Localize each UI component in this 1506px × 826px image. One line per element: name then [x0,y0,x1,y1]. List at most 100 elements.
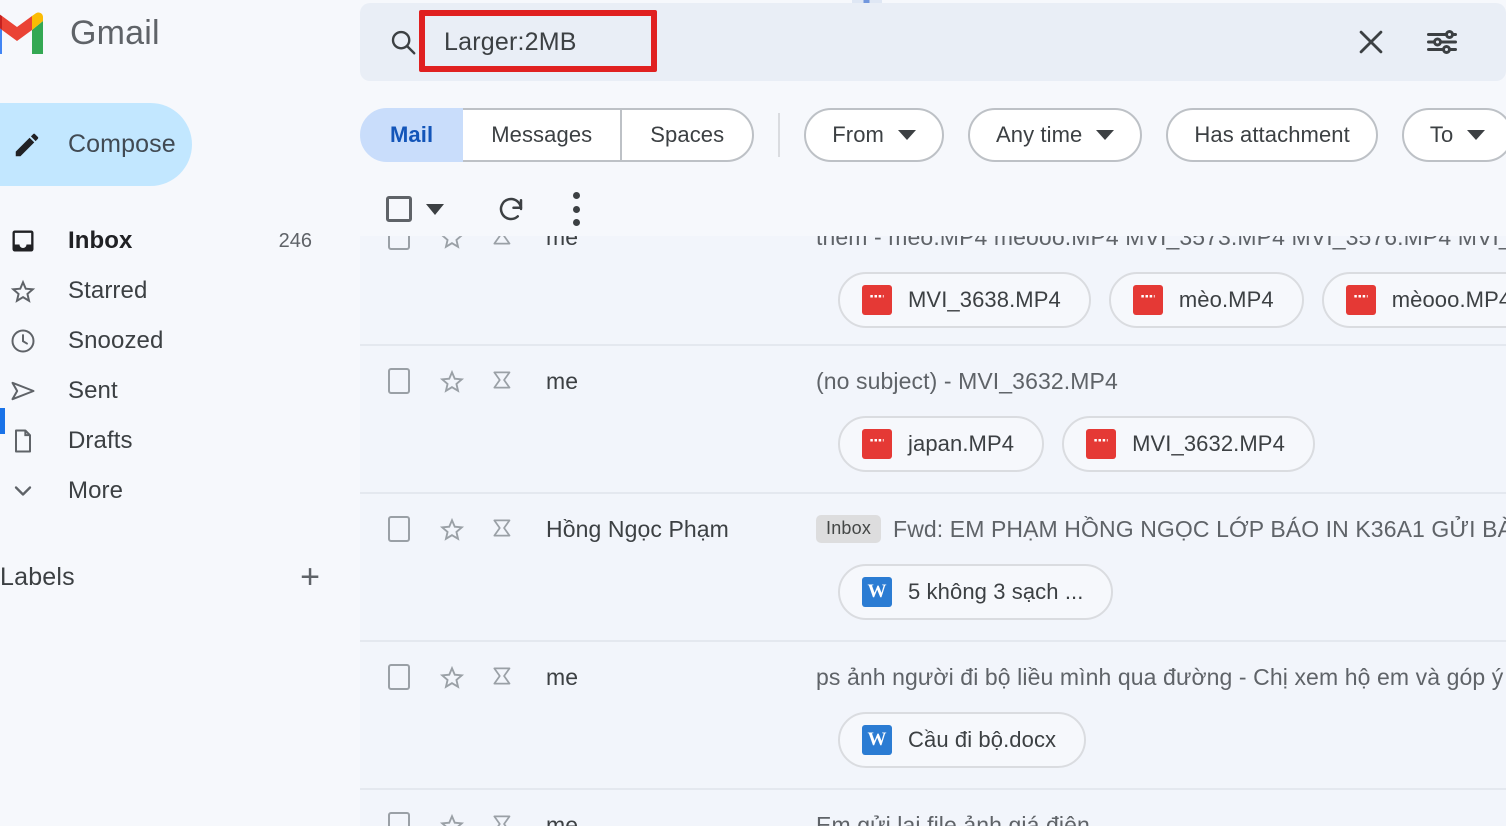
row-checkbox[interactable] [388,368,410,394]
attachment-chips: W 5 không 3 sạch ... [360,564,1506,620]
refresh-icon[interactable] [496,194,526,224]
clock-icon [8,326,38,356]
sidebar-item-snoozed[interactable]: Snoozed [0,316,360,366]
row-subject: Fwd: EM PHẠM HỒNG NGỌC LỚP BÁO IN K36A1 … [893,515,1506,542]
close-icon[interactable] [1354,25,1388,59]
mail-list: me thêm - mèo.MP4 mèooo.MP4 MVI_3573.MP4… [360,236,1506,826]
row-sender: me [546,811,579,826]
sidebar-nav: Inbox 246 Starred Snoozed Sent Drafts Mo… [0,216,360,516]
attachment-name: MVI_3638.MP4 [908,287,1061,312]
sidebar-item-label: More [68,477,124,504]
filter-chip-any-time[interactable]: Any time [967,108,1143,162]
status-badge: Inbox [816,515,882,543]
star-icon[interactable] [438,367,466,395]
important-marker-icon[interactable] [490,663,516,691]
chevron-down-icon [1467,130,1486,140]
sidebar-item-sent[interactable]: Sent [0,366,360,416]
row-sender: me [546,236,579,250]
attachment-chip[interactable]: W Cầu đi bộ.docx [838,712,1087,768]
filter-chip-to[interactable]: To [1401,108,1506,162]
row-checkbox[interactable] [388,516,410,542]
sidebar-item-label: Drafts [68,427,133,454]
labels-section-header: Labels + [0,552,360,602]
table-row[interactable]: me Em gửi lại file ảnh giá điện IMG_2998… [360,790,1506,826]
sidebar-item-label: Snoozed [68,327,164,354]
sidebar-item-drafts[interactable]: Drafts [0,416,360,466]
plus-icon[interactable]: + [300,560,320,594]
chevron-down-icon [8,476,38,506]
inbox-count: 246 [278,229,312,252]
table-row[interactable]: me (no subject) - MVI_3632.MP4 japan.MP4… [360,346,1506,494]
segment-mail[interactable]: Mail [360,108,464,162]
divider [778,113,781,157]
attachment-chip[interactable]: MVI_3632.MP4 [1062,416,1315,472]
table-row[interactable]: me ps ảnh người đi bộ liều mình qua đườn… [360,642,1506,790]
sidebar-item-label: Inbox [68,227,133,254]
search-icon[interactable] [388,27,418,57]
filter-chip-from[interactable]: From [804,108,944,162]
send-icon [8,376,38,406]
pencil-icon [15,133,39,156]
sidebar-item-more[interactable]: More [0,466,360,516]
attachment-chips: japan.MP4 MVI_3632.MP4 [360,416,1506,472]
video-file-icon [1345,285,1376,315]
word-file-icon: W [862,725,892,755]
row-checkbox[interactable] [388,812,410,826]
row-subject: (no subject) - MVI_3632.MP4 [816,367,1118,394]
row-sender: Hồng Ngọc Phạm [546,515,729,542]
table-row[interactable]: Hồng Ngọc Phạm Inbox Fwd: EM PHẠM HỒNG N… [360,494,1506,642]
segment-messages[interactable]: Messages [461,108,623,162]
word-file-icon: W [862,577,892,607]
attachment-chips: W Cầu đi bộ.docx [360,712,1506,768]
row-checkbox[interactable] [388,664,410,690]
attachment-name: 5 không 3 sạch ... [908,579,1084,604]
attachment-name: mèooo.MP4 [1391,287,1506,312]
video-file-icon [1086,429,1117,459]
tune-icon[interactable] [1424,24,1460,60]
star-icon [8,276,38,306]
star-icon[interactable] [438,663,466,691]
search-input[interactable] [444,27,1354,57]
attachment-chip[interactable]: mèo.MP4 [1108,272,1304,328]
chevron-down-icon[interactable] [426,203,444,215]
attachment-chip[interactable]: W 5 không 3 sạch ... [838,564,1114,620]
search-bar [360,3,1506,81]
star-icon[interactable] [438,236,466,251]
attachment-name: mèo.MP4 [1178,287,1274,312]
attachment-chip[interactable]: japan.MP4 [838,416,1045,472]
segment-spaces[interactable]: Spaces [620,108,755,162]
row-subject: ps ảnh người đi bộ liều mình qua đường -… [816,663,1506,690]
attachment-chip[interactable]: MVI_3638.MP4 [838,272,1091,328]
compose-label: Compose [68,130,176,158]
attachment-name: Cầu đi bộ.docx [908,727,1057,752]
list-toolbar [360,182,580,236]
table-row[interactable]: me thêm - mèo.MP4 mèooo.MP4 MVI_3573.MP4… [360,236,1506,346]
more-vertical-icon[interactable] [572,192,580,226]
chip-label: From [832,122,884,147]
important-marker-icon[interactable] [490,236,516,251]
compose-button[interactable]: Compose [0,103,192,186]
labels-title: Labels [0,562,75,591]
gmail-logo[interactable]: Gmail [0,8,160,58]
star-icon[interactable] [438,811,466,826]
important-marker-icon[interactable] [490,515,516,543]
attachment-chip[interactable]: mèooo.MP4 [1321,272,1506,328]
main-content: Mail Messages Spaces From Any time Has a… [360,0,1506,826]
scope-segmented-control: Mail Messages Spaces [360,108,755,162]
important-marker-icon[interactable] [490,811,516,826]
attachment-chips: MVI_3638.MP4 mèo.MP4 mèooo.MP4 [360,272,1506,328]
row-sender: me [546,663,579,690]
sidebar-item-inbox[interactable]: Inbox 246 [0,216,360,266]
sidebar-item-starred[interactable]: Starred [0,266,360,316]
row-subject: Em gửi lại file ảnh giá điện [816,811,1090,826]
row-checkbox[interactable] [388,236,410,250]
important-marker-icon[interactable] [490,367,516,395]
attachment-name: MVI_3632.MP4 [1132,431,1285,456]
attachment-name: japan.MP4 [908,431,1015,456]
chip-label: Any time [995,122,1083,147]
star-icon[interactable] [438,515,466,543]
select-all-checkbox[interactable] [386,196,412,222]
chip-label: Has attachment [1194,122,1350,147]
video-file-icon [1132,285,1163,315]
filter-chip-has-attachment[interactable]: Has attachment [1166,108,1378,162]
